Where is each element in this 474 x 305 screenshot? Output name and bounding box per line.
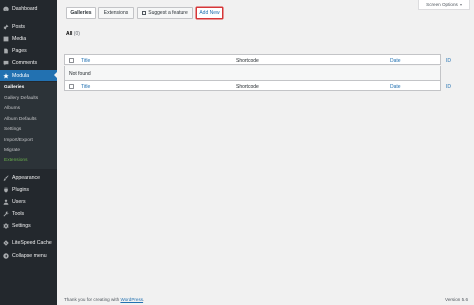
- collapse-icon: [0, 252, 12, 259]
- media-icon: [0, 36, 12, 42]
- sidebar-item-label: Users: [12, 198, 26, 205]
- sidebar-item-label: LiteSpeed Cache: [12, 239, 52, 246]
- table-row: Not found: [64, 66, 441, 80]
- footer-thanks: Thank you for creating with WordPress.: [64, 297, 144, 302]
- tab-label: Suggest a feature: [148, 10, 188, 16]
- footer-thanks-prefix: Thank you for creating with: [64, 297, 121, 302]
- litespeed-icon: [0, 239, 12, 246]
- sidebar-item-litespeed-cache[interactable]: LiteSpeed Cache: [0, 237, 57, 248]
- sidebar-item-label: Plugins: [12, 186, 30, 193]
- select-all-checkbox[interactable]: [69, 57, 74, 63]
- screen-options-button[interactable]: Screen Options: [418, 0, 470, 10]
- sidebar-item-settings[interactable]: Settings: [0, 220, 57, 231]
- sidebar-item-label: Comments: [12, 59, 38, 66]
- submenu-item-galleries[interactable]: Galleries: [4, 85, 24, 90]
- tab-galleries[interactable]: Galleries: [66, 7, 96, 19]
- page-icon: [0, 48, 12, 54]
- sidebar-item-media[interactable]: Media: [0, 33, 57, 44]
- tab-extensions[interactable]: Extensions: [98, 7, 134, 19]
- filter-all-link[interactable]: All: [66, 31, 72, 37]
- filter-count: (0): [73, 31, 80, 37]
- sidebar-item-posts[interactable]: Posts: [0, 21, 57, 32]
- empty-message: Not found: [69, 70, 91, 77]
- submenu-item-settings[interactable]: Settings: [4, 127, 21, 132]
- sidebar-item-label: Dashboard: [12, 5, 38, 12]
- submenu-item-migrate[interactable]: Migrate: [4, 148, 20, 153]
- sidebar-item-appearance[interactable]: Appearance: [0, 172, 57, 183]
- plugin-icon: [0, 186, 12, 193]
- sidebar-item-label: Settings: [12, 222, 31, 229]
- sidebar-item-label: Appearance: [12, 174, 40, 181]
- sidebar-item-dashboard[interactable]: Dashboard: [0, 3, 57, 14]
- sidebar-item-comments[interactable]: Comments: [0, 57, 57, 68]
- column-id-footer[interactable]: ID: [446, 84, 451, 90]
- sidebar-item-modula[interactable]: Modula: [0, 70, 57, 81]
- submenu-item-import-export[interactable]: Import/Export: [4, 138, 33, 143]
- table-footer: Title Shortcode Date ID: [64, 80, 451, 91]
- wordpress-link[interactable]: WordPress: [120, 297, 143, 302]
- submenu-item-albums[interactable]: Albums: [4, 106, 20, 111]
- sidebar-item-label: Media: [12, 35, 27, 42]
- modula-icon: [0, 72, 12, 79]
- sidebar-item-users[interactable]: Users: [0, 196, 57, 207]
- chevron-down-icon: [459, 3, 462, 6]
- column-date-footer[interactable]: Date: [390, 84, 401, 90]
- users-icon: [0, 199, 12, 205]
- comment-icon: [0, 60, 12, 66]
- sidebar-item-plugins[interactable]: Plugins: [0, 184, 57, 195]
- wrench-icon: [0, 210, 12, 217]
- submenu-item-album-defaults[interactable]: Album Defaults: [4, 117, 37, 122]
- footer-thanks-suffix: .: [143, 297, 145, 302]
- column-id[interactable]: ID: [446, 58, 451, 64]
- sidebar-item-label: Tools: [12, 210, 25, 217]
- modula-submenu: Galleries Gallery Defaults Albums Album …: [0, 82, 57, 169]
- sidebar-item-pages[interactable]: Pages: [0, 45, 57, 56]
- collapse-menu-button[interactable]: Collapse menu: [0, 250, 57, 261]
- submenu-item-extensions[interactable]: Extensions: [4, 158, 27, 163]
- column-title-footer[interactable]: Title: [81, 84, 90, 90]
- table-header: Title Shortcode Date ID: [64, 54, 451, 65]
- select-all-checkbox-footer[interactable]: [69, 83, 74, 89]
- footer-version: Version 5.6: [445, 297, 468, 302]
- column-title[interactable]: Title: [81, 58, 90, 64]
- sidebar-item-label: Posts: [12, 23, 25, 30]
- tab-suggest-feature[interactable]: Suggest a feature: [137, 7, 193, 19]
- settings-icon: [0, 222, 12, 229]
- sidebar-item-label: Collapse menu: [12, 252, 47, 259]
- brush-icon: [0, 174, 12, 181]
- add-new-button[interactable]: Add New: [196, 7, 223, 19]
- submenu-item-gallery-defaults[interactable]: Gallery Defaults: [4, 96, 38, 101]
- status-filter: All (0): [66, 31, 80, 37]
- column-date[interactable]: Date: [390, 58, 401, 64]
- column-shortcode-footer: Shortcode: [236, 83, 259, 90]
- admin-sidebar: Dashboard Posts Media Pages Comments Mod…: [0, 0, 57, 305]
- current-menu-arrow: [54, 72, 57, 78]
- dashboard-icon: [0, 6, 12, 12]
- screen-options-label: Screen Options: [426, 2, 458, 7]
- column-shortcode: Shortcode: [236, 57, 259, 64]
- pin-icon: [0, 24, 12, 30]
- sidebar-item-label: Modula: [12, 72, 30, 79]
- sidebar-item-label: Pages: [12, 47, 27, 54]
- sidebar-item-tools[interactable]: Tools: [0, 208, 57, 219]
- external-link-icon: [142, 11, 147, 15]
